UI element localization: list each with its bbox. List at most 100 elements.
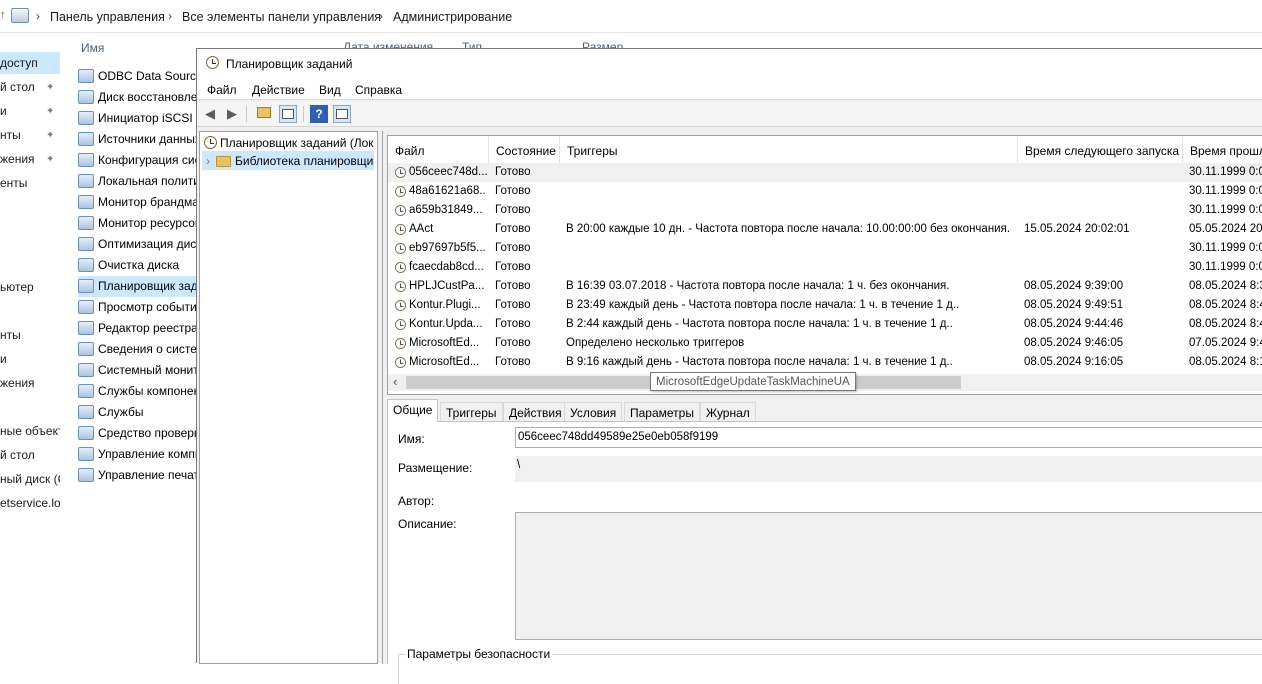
cell-state: Готово (495, 337, 531, 349)
file-item-system-info[interactable]: Сведения о системе (78, 339, 196, 360)
column-header-triggers[interactable]: Триггеры (560, 136, 1018, 163)
tab-conditions[interactable]: Условия (564, 402, 623, 421)
nav-item-network-location[interactable]: etservice.loc (0, 492, 60, 514)
file-item-data-sources[interactable]: Источники данных (78, 129, 196, 150)
table-row[interactable]: Kontur.Upda... Готово В 2:44 каждый день -… (388, 315, 1262, 334)
file-item-system-config[interactable]: Конфигурация системы (78, 150, 196, 171)
tree-root[interactable]: Планировщик заданий (Локальный) (204, 133, 374, 152)
file-item-odbc[interactable]: ODBC Data Sources (78, 66, 196, 87)
address-bar[interactable]: ↑ › Панель управления › Все элементы пан… (0, 0, 1262, 33)
nav-item-documents-2[interactable]: нты (0, 324, 60, 346)
column-header-last-run[interactable]: Время прошлого запуска (1183, 136, 1262, 163)
task-grid: Файл Состояние Триггеры Время следующего… (387, 135, 1262, 395)
nav-item-computer[interactable]: ьютер (0, 276, 60, 298)
nav-item-quick-access[interactable]: доступ (0, 52, 60, 74)
file-item-defrag[interactable]: Оптимизация дисков (78, 234, 196, 255)
tab-settings[interactable]: Параметры (624, 402, 700, 421)
defrag-icon (78, 237, 94, 251)
location-field[interactable]: \ (515, 456, 1262, 482)
table-row[interactable]: eb97697b5f5... Готово 30.11.1999 0:00:00 (388, 239, 1262, 258)
file-item-registry-editor[interactable]: Редактор реестра (78, 318, 196, 339)
cell-last-run: 07.05.2024 9:46:05 (1189, 337, 1262, 349)
console-tree-icon[interactable] (279, 105, 297, 123)
file-item-event-viewer[interactable]: Просмотр событий (78, 297, 196, 318)
scroll-up-arrow-icon[interactable]: ↑ (0, 9, 6, 21)
cell-file: Kontur.Upda... (409, 318, 483, 330)
table-row[interactable]: a659b31849... Готово 30.11.1999 0:00:00 (388, 201, 1262, 220)
firewall-icon (78, 195, 94, 209)
breadcrumb-administration[interactable]: Администрирование (393, 10, 512, 24)
nav-item-downloads-2[interactable]: и (0, 348, 60, 370)
file-item-disk-cleanup[interactable]: Очистка диска (78, 255, 196, 276)
table-row[interactable]: AAct Готово В 20:00 каждые 10 дн. - Частот… (388, 220, 1262, 239)
menu-action[interactable]: Действие (252, 83, 305, 97)
nav-item-local-disk[interactable]: ный диск (C (0, 468, 60, 490)
nav-item-3d-objects[interactable]: ные объекты (0, 420, 60, 442)
table-row[interactable]: 056ceec748d... Готово 30.11.1999 0:00:00 (388, 163, 1262, 182)
breadcrumb-control-panel[interactable]: Панель управления (50, 10, 165, 24)
folder-up-icon[interactable] (255, 105, 273, 123)
chevron-right-icon[interactable]: › (206, 154, 210, 168)
column-header-file[interactable]: Файл (388, 136, 489, 163)
file-item-iscsi[interactable]: Инициатор iSCSI (78, 108, 196, 129)
file-item-perf-monitor[interactable]: Системный монитор (78, 360, 196, 381)
file-item-recovery-drive[interactable]: Диск восстановления (78, 87, 196, 108)
task-scheduler-window: Планировщик заданий Файл Действие Вид Сп… (196, 48, 1262, 684)
column-header-name[interactable]: Имя (81, 41, 104, 55)
table-row[interactable]: MicrosoftEd... Готово В 9:16 каждый день -… (388, 353, 1262, 372)
file-item-component-services[interactable]: Службы компонентов (78, 381, 196, 402)
table-row[interactable]: fcaecdab8cd... Готово 30.11.1999 0:00:00 (388, 258, 1262, 277)
help-icon[interactable]: ? (310, 105, 328, 123)
arrow-left-icon[interactable]: ◀ (201, 105, 219, 123)
nav-item-pictures-2[interactable]: жения (0, 372, 60, 394)
file-item-firewall-monitor[interactable]: Монитор брандмауэра (78, 192, 196, 213)
scroll-left-icon[interactable]: ‹ (393, 374, 397, 389)
task-clock-icon (394, 337, 407, 350)
table-row[interactable]: 48a61621a68... Готово 30.11.1999 0:00:00 (388, 182, 1262, 201)
file-item-print-management[interactable]: Управление печатью (78, 465, 196, 486)
cell-trigger: В 23:49 каждый день - Частота повтора по… (566, 299, 960, 311)
tree-library[interactable]: › Библиотека планировщика заданий (202, 151, 374, 170)
print-management-icon (78, 468, 94, 482)
tab-actions[interactable]: Действия (503, 402, 568, 421)
menu-help[interactable]: Справка (355, 83, 402, 97)
tab-triggers[interactable]: Триггеры (440, 402, 503, 421)
disk-cleanup-icon (78, 258, 94, 272)
description-field[interactable] (515, 512, 1262, 640)
column-header-state[interactable]: Состояние (489, 136, 560, 163)
column-header-size[interactable]: Размер (582, 40, 623, 48)
nav-item-elements[interactable]: енты (0, 172, 60, 194)
arrow-right-icon[interactable]: ▶ (223, 105, 241, 123)
author-label: Автор: (398, 494, 435, 508)
title-bar[interactable]: Планировщик заданий (197, 49, 1262, 78)
menu-file[interactable]: Файл (207, 83, 237, 97)
file-item-computer-management[interactable]: Управление компьютером (78, 444, 196, 465)
tab-general[interactable]: Общие (387, 399, 439, 422)
event-viewer-icon (78, 300, 94, 314)
nav-item-desktop-2[interactable]: й стол (0, 444, 60, 466)
cell-state: Готово (495, 166, 531, 178)
cell-next-run: 08.05.2024 9:39:00 (1024, 280, 1124, 292)
breadcrumb-all-items[interactable]: Все элементы панели управления (182, 10, 381, 24)
table-row[interactable]: MicrosoftEd... Готово Определено несколько… (388, 334, 1262, 353)
table-row[interactable]: HPLJCustPa... Готово В 16:39 03.07.2018 - … (388, 277, 1262, 296)
system-config-icon (78, 153, 94, 167)
action-pane-icon[interactable] (333, 105, 351, 123)
file-item-memory-diagnostic[interactable]: Средство проверки (78, 423, 196, 444)
file-item-services[interactable]: Службы (78, 402, 196, 423)
column-header-next-run[interactable]: Время следующего запуска (1018, 136, 1183, 163)
cell-last-run: 30.11.1999 0:00:00 (1189, 185, 1262, 197)
cell-state: Готово (495, 356, 531, 368)
column-header-type[interactable]: Тип (462, 40, 482, 48)
menu-view[interactable]: Вид (319, 83, 341, 97)
file-item-task-scheduler[interactable]: Планировщик заданий (78, 276, 196, 297)
task-clock-icon (394, 204, 407, 217)
column-header-date[interactable]: Дата изменения (343, 40, 433, 48)
file-item-local-policy[interactable]: Локальная политика (78, 171, 196, 192)
file-item-resource-monitor[interactable]: Монитор ресурсов (78, 213, 196, 234)
file-item-label: Просмотр событий (98, 300, 196, 314)
author-field[interactable] (515, 490, 1262, 506)
tab-history[interactable]: Журнал (700, 402, 756, 421)
table-row[interactable]: Kontur.Plugi... Готово В 23:49 каждый день… (388, 296, 1262, 315)
name-field[interactable]: 056ceec748dd49589e25e0eb058f9199 (515, 427, 1262, 448)
